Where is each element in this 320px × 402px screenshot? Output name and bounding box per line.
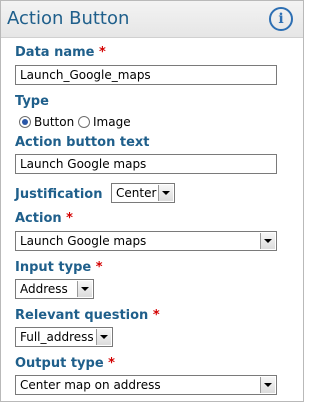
data-name-label: Data name * [15, 45, 106, 60]
required-marker: * [66, 211, 73, 226]
action-button-text-label: Action button text [15, 135, 150, 150]
action-select[interactable]: Launch Google maps [15, 231, 277, 251]
relevant-question-label: Relevant question * [15, 308, 160, 323]
chevron-down-icon[interactable] [260, 377, 275, 393]
action-button-text-input[interactable]: Launch Google maps [15, 154, 277, 174]
type-button-radio[interactable] [19, 116, 31, 128]
action-button-panel: Action Button i Data name * Launch_Googl… [0, 0, 304, 402]
input-type-label-text: Input type [15, 260, 92, 275]
type-image-radio[interactable] [78, 116, 90, 128]
required-marker: * [95, 260, 103, 275]
output-type-label: Output type * [15, 356, 115, 371]
panel-title: Action Button [7, 8, 130, 29]
input-type-value: Address [20, 282, 68, 296]
chevron-down-icon[interactable] [77, 281, 92, 297]
required-marker: * [108, 356, 115, 371]
info-icon[interactable]: i [269, 7, 293, 31]
input-type-label: Input type * [15, 260, 103, 275]
panel-header: Action Button i [1, 1, 303, 38]
chevron-down-icon[interactable] [96, 329, 111, 345]
type-image-label[interactable]: Image [93, 115, 131, 129]
relevant-question-value: Full_address [20, 330, 94, 344]
output-type-select[interactable]: Center map on address [15, 375, 277, 395]
output-type-value: Center map on address [20, 378, 161, 392]
required-marker: * [99, 45, 106, 60]
chevron-down-icon[interactable] [260, 233, 275, 249]
justification-label: Justification [15, 187, 103, 202]
action-label: Action * [15, 211, 73, 226]
type-label: Type [15, 94, 49, 109]
input-type-select[interactable]: Address [15, 279, 94, 299]
required-marker: * [152, 308, 160, 323]
data-name-input[interactable]: Launch_Google_maps [15, 65, 277, 85]
justification-value: Center [116, 186, 157, 200]
output-type-label-text: Output type [15, 356, 104, 371]
type-button-label[interactable]: Button [34, 115, 74, 129]
relevant-question-label-text: Relevant question [15, 308, 149, 323]
action-label-text: Action [15, 211, 62, 226]
chevron-down-icon[interactable] [158, 185, 173, 201]
action-value: Launch Google maps [20, 234, 147, 248]
relevant-question-select[interactable]: Full_address [15, 327, 113, 347]
justification-select[interactable]: Center [111, 183, 175, 203]
data-name-label-text: Data name [15, 45, 95, 60]
